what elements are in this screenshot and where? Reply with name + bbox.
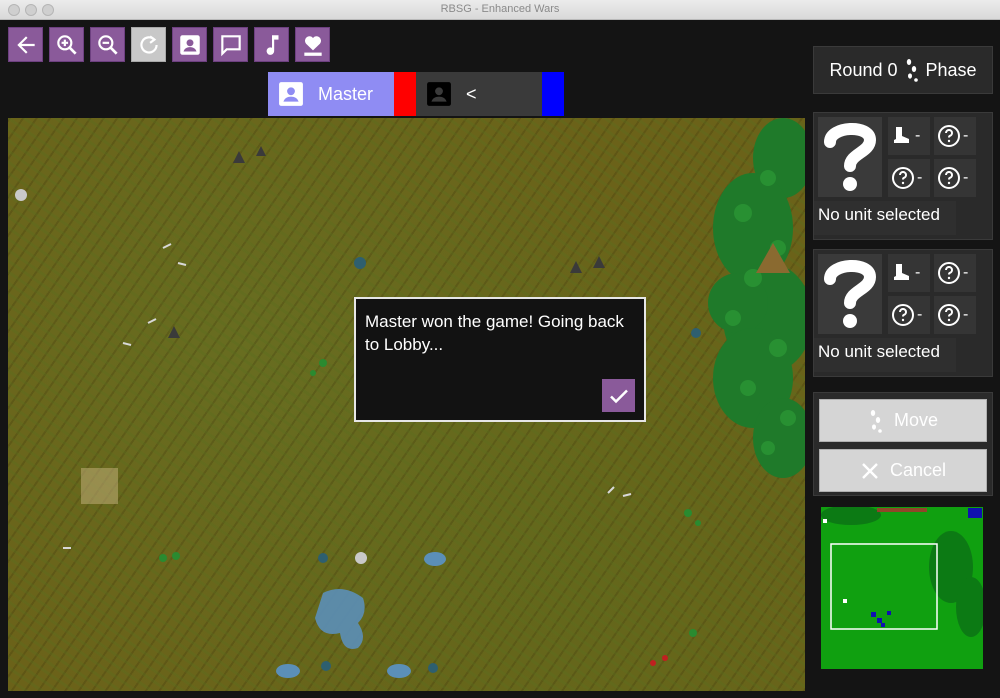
music-icon — [266, 34, 278, 55]
movement-stat: - — [888, 117, 930, 155]
checkmark-icon — [609, 389, 628, 403]
footsteps-icon — [870, 409, 882, 433]
player-color-swatch — [394, 72, 416, 116]
question-icon — [938, 304, 960, 326]
back-arrow-icon — [16, 35, 35, 54]
confirm-button[interactable] — [602, 379, 635, 412]
move-label: Move — [893, 410, 938, 430]
round-indicator: Round 0 Phase — [813, 46, 993, 94]
player-name: < — [466, 83, 477, 104]
profile-icon — [179, 34, 200, 55]
unit-portrait — [818, 117, 882, 197]
defense-stat: - — [888, 159, 930, 197]
close-icon — [862, 462, 878, 479]
player-name: Master — [318, 83, 374, 104]
question-icon — [892, 167, 914, 189]
zoom-out-button[interactable] — [90, 27, 125, 62]
zoom-out-icon — [97, 34, 118, 55]
profile-button[interactable] — [172, 27, 207, 62]
window-titlebar: RBSG - Enhanced Wars — [0, 0, 1000, 20]
minimap[interactable] — [821, 507, 983, 669]
attack-stat: - — [934, 117, 976, 155]
unit-portrait — [818, 254, 882, 334]
move-button[interactable]: Move — [819, 399, 987, 442]
player-tab-opponent[interactable]: < — [416, 72, 564, 116]
player-tabs: Master < — [268, 72, 564, 116]
player-tab-master[interactable]: Master — [268, 72, 416, 116]
phase-label: Phase — [925, 59, 977, 80]
player-avatar-icon — [427, 82, 451, 106]
music-button[interactable] — [254, 27, 289, 62]
unit-name-label: No unit selected — [818, 342, 940, 361]
question-icon — [938, 262, 960, 284]
movement-stat: - — [888, 254, 930, 292]
health-stat: - — [934, 296, 976, 334]
unknown-unit-icon — [824, 259, 877, 328]
refresh-icon — [139, 34, 158, 54]
game-over-dialog: Master won the game! Going back to Lobby… — [354, 297, 646, 422]
defense-stat: - — [888, 296, 930, 334]
chat-icon — [220, 34, 241, 56]
back-button[interactable] — [8, 27, 43, 62]
unit-name-label: No unit selected — [818, 205, 940, 224]
footsteps-icon — [906, 59, 918, 82]
question-icon — [938, 167, 960, 189]
action-panel: Move Cancel — [813, 392, 993, 496]
minimap-terrain — [821, 507, 983, 669]
dialog-message: Master won the game! Going back to Lobby… — [365, 312, 624, 354]
round-label: Round 0 — [829, 59, 898, 80]
window-title: RBSG - Enhanced Wars — [440, 3, 560, 15]
refresh-button[interactable] — [131, 27, 166, 62]
zoom-in-icon — [56, 34, 77, 55]
unknown-unit-icon — [824, 122, 877, 191]
boot-movement-icon — [894, 264, 909, 280]
heart-health-icon — [303, 35, 322, 56]
unit-info-panel-target: - - - - No unit selected — [813, 249, 993, 377]
health-button[interactable] — [295, 27, 330, 62]
zoom-in-button[interactable] — [49, 27, 84, 62]
cancel-button[interactable]: Cancel — [819, 449, 987, 492]
question-icon — [938, 125, 960, 147]
player-avatar-icon — [279, 82, 303, 106]
health-stat: - — [934, 159, 976, 197]
unit-info-panel-selected: - - - - No unit selected — [813, 112, 993, 240]
attack-stat: - — [934, 254, 976, 292]
question-icon — [892, 304, 914, 326]
toolbar — [8, 27, 330, 62]
chat-button[interactable] — [213, 27, 248, 62]
cancel-label: Cancel — [889, 460, 947, 480]
player-color-swatch — [542, 72, 564, 116]
boot-movement-icon — [894, 127, 909, 143]
